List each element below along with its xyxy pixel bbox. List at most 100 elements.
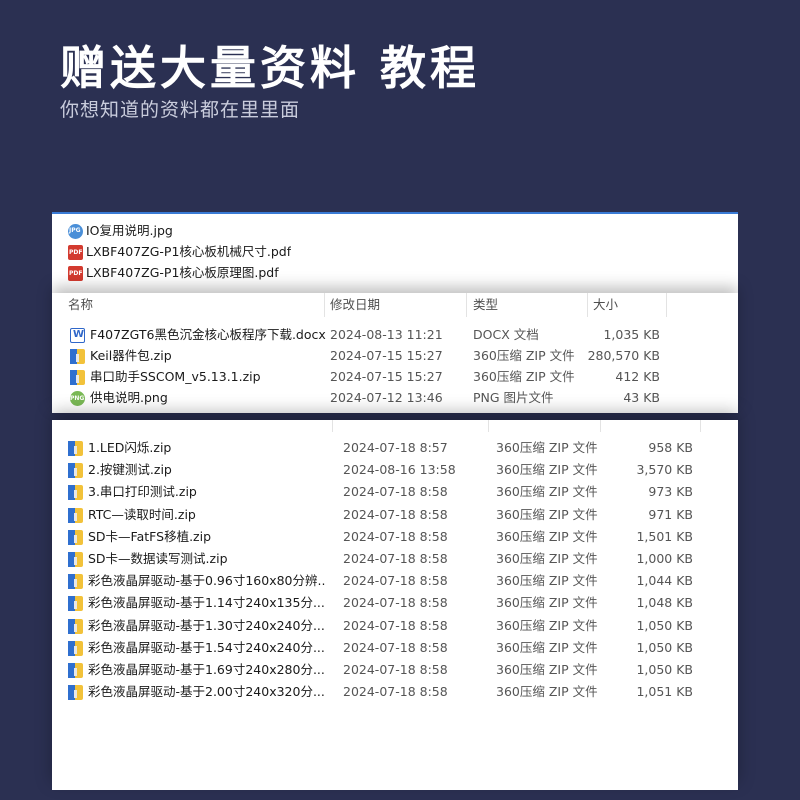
- file-name: LXBF407ZG-P1核心板机械尺寸.pdf: [86, 244, 292, 259]
- file-type: 360压缩 ZIP 文件: [496, 551, 598, 566]
- zip-file-icon: [68, 685, 83, 701]
- file-date: 2024-07-18 8:58: [343, 662, 448, 677]
- zip-file-icon: [68, 441, 83, 456]
- file-size: 958 KB: [648, 440, 693, 455]
- file-row[interactable]: 供电说明.png 2024-07-12 13:46 PNG 图片文件 43 KB: [52, 388, 738, 408]
- file-name: RTC—读取时间.zip: [88, 506, 196, 522]
- file-row[interactable]: 彩色液晶屏驱动-基于1.30寸240x240分... 2024-07-18 8:5…: [52, 616, 738, 636]
- file-date: 2024-08-16 13:58: [343, 462, 456, 478]
- file-row[interactable]: RTC—读取时间.zip 2024-07-18 8:58 360压缩 ZIP 文件 9…: [52, 505, 738, 525]
- file-name: 彩色液晶屏驱动-基于2.00寸240x320分...: [88, 684, 325, 700]
- file-size: 43 KB: [623, 390, 660, 405]
- column-header-type[interactable]: 类型: [473, 293, 498, 317]
- file-type: 360压缩 ZIP 文件: [496, 573, 598, 589]
- file-size: 3,570 KB: [636, 462, 693, 478]
- file-row[interactable]: Keil器件包.zip 2024-07-15 15:27 360压缩 ZIP 文…: [52, 346, 738, 366]
- file-name: 2.按键测试.zip: [88, 462, 172, 478]
- file-row[interactable]: 彩色液晶屏驱动-基于2.00寸240x320分... 2024-07-18 8:5…: [52, 682, 738, 702]
- column-divider[interactable]: [600, 420, 601, 432]
- file-name: F407ZGT6黑色沉金核心板程序下载.docx: [90, 327, 326, 342]
- pdf-file-icon: [68, 245, 83, 260]
- file-row[interactable]: IO复用说明.jpg: [52, 221, 738, 241]
- column-divider[interactable]: [700, 420, 701, 432]
- file-size: 1,050 KB: [636, 617, 693, 633]
- file-type: 360压缩 ZIP 文件: [473, 369, 575, 384]
- file-row[interactable]: 串口助手SSCOM_v5.13.1.zip 2024-07-15 15:27 3…: [52, 367, 738, 387]
- zip-file-icon: [68, 463, 83, 479]
- column-divider[interactable]: [332, 420, 333, 432]
- file-row[interactable]: LXBF407ZG-P1核心板机械尺寸.pdf: [52, 242, 738, 262]
- file-row[interactable]: SD卡—数据读写测试.zip 2024-07-18 8:58 360压缩 ZIP 文…: [52, 549, 738, 569]
- file-size: 1,044 KB: [636, 573, 693, 589]
- column-divider[interactable]: [666, 293, 667, 317]
- file-type: 360压缩 ZIP 文件: [496, 617, 598, 633]
- file-date: 2024-07-18 8:58: [343, 684, 448, 700]
- file-row[interactable]: 彩色液晶屏驱动-基于1.69寸240x280分... 2024-07-18 8:5…: [52, 660, 738, 680]
- zip-file-icon: [68, 618, 83, 634]
- file-type: DOCX 文档: [473, 327, 539, 342]
- zip-file-icon: [68, 552, 83, 567]
- column-header-size[interactable]: 大小: [593, 293, 618, 317]
- file-type: 360压缩 ZIP 文件: [496, 506, 598, 522]
- column-divider[interactable]: [466, 293, 467, 317]
- file-size: 1,035 KB: [603, 327, 660, 342]
- file-name: 彩色液晶屏驱动-基于0.96寸160x80分辨...: [88, 573, 326, 589]
- zip-file-icon: [68, 663, 83, 678]
- file-type: PNG 图片文件: [473, 390, 554, 405]
- file-name: SD卡—数据读写测试.zip: [88, 551, 228, 566]
- file-type: 360压缩 ZIP 文件: [496, 484, 598, 500]
- column-header-name[interactable]: 名称: [68, 293, 93, 317]
- file-size: 1,050 KB: [636, 639, 693, 655]
- file-size: 1,000 KB: [636, 551, 693, 566]
- file-type: 360压缩 ZIP 文件: [496, 595, 598, 611]
- zip-file-icon: [68, 596, 83, 612]
- file-date: 2024-07-15 15:27: [330, 369, 443, 384]
- file-name: SD卡—FatFS移植.zip: [88, 528, 212, 544]
- file-name: IO复用说明.jpg: [86, 223, 173, 238]
- file-row[interactable]: 彩色液晶屏驱动-基于1.14寸240x135分... 2024-07-18 8:5…: [52, 593, 738, 613]
- file-name: 1.LED闪烁.zip: [88, 440, 172, 455]
- file-name: 串口助手SSCOM_v5.13.1.zip: [90, 369, 261, 384]
- column-divider[interactable]: [324, 293, 325, 317]
- file-type: 360压缩 ZIP 文件: [496, 462, 598, 478]
- file-date: 2024-07-18 8:58: [343, 551, 448, 566]
- file-size: 1,051 KB: [636, 684, 693, 700]
- zip-file-icon: [68, 574, 83, 590]
- column-header-date[interactable]: 修改日期: [330, 293, 380, 317]
- file-size: 1,501 KB: [636, 528, 693, 544]
- jpg-file-icon: [68, 224, 83, 239]
- file-row[interactable]: 彩色液晶屏驱动-基于0.96寸160x80分辨... 2024-07-18 8:5…: [52, 571, 738, 591]
- file-row[interactable]: SD卡—FatFS移植.zip 2024-07-18 8:58 360压缩 ZIP …: [52, 527, 738, 547]
- zip-file-icon: [70, 370, 85, 385]
- zip-file-icon: [70, 349, 85, 364]
- file-row[interactable]: 3.串口打印测试.zip 2024-07-18 8:58 360压缩 ZIP 文件 9…: [52, 482, 738, 502]
- file-type: 360压缩 ZIP 文件: [496, 440, 598, 455]
- file-date: 2024-08-13 11:21: [330, 327, 443, 342]
- file-type: 360压缩 ZIP 文件: [496, 684, 598, 700]
- zip-file-icon: [68, 507, 83, 523]
- file-type: 360压缩 ZIP 文件: [496, 662, 598, 677]
- file-size: 1,048 KB: [636, 595, 693, 611]
- zip-file-icon: [68, 640, 83, 656]
- file-row[interactable]: 1.LED闪烁.zip 2024-07-18 8:57 360压缩 ZIP 文件 95…: [52, 438, 738, 458]
- file-list-panel-bottom: 1.LED闪烁.zip 2024-07-18 8:57 360压缩 ZIP 文件 95…: [52, 420, 738, 790]
- file-date: 2024-07-18 8:58: [343, 617, 448, 633]
- file-name: LXBF407ZG-P1核心板原理图.pdf: [86, 265, 279, 280]
- column-divider[interactable]: [488, 420, 489, 432]
- file-date: 2024-07-18 8:58: [343, 528, 448, 544]
- column-divider[interactable]: [587, 293, 588, 317]
- file-size: 971 KB: [648, 506, 693, 522]
- zip-file-icon: [68, 529, 83, 545]
- file-row[interactable]: 彩色液晶屏驱动-基于1.54寸240x240分... 2024-07-18 8:5…: [52, 638, 738, 658]
- file-name: 彩色液晶屏驱动-基于1.69寸240x280分...: [88, 662, 325, 677]
- file-row[interactable]: F407ZGT6黑色沉金核心板程序下载.docx 2024-08-13 11:2…: [52, 325, 738, 345]
- file-list-panel-top: IO复用说明.jpg LXBF407ZG-P1核心板机械尺寸.pdf LXBF4…: [52, 212, 738, 304]
- file-size: 412 KB: [615, 369, 660, 384]
- file-date: 2024-07-18 8:58: [343, 484, 448, 500]
- file-date: 2024-07-18 8:58: [343, 573, 448, 589]
- docx-file-icon: [70, 328, 85, 343]
- file-name: 彩色液晶屏驱动-基于1.30寸240x240分...: [88, 617, 325, 633]
- file-row[interactable]: 2.按键测试.zip 2024-08-16 13:58 360压缩 ZIP 文件 3,…: [52, 460, 738, 480]
- file-row[interactable]: LXBF407ZG-P1核心板原理图.pdf: [52, 263, 738, 283]
- file-list-panel-middle: 名称 修改日期 类型 大小 F407ZGT6黑色沉金核心板程序下载.docx 2…: [52, 293, 738, 413]
